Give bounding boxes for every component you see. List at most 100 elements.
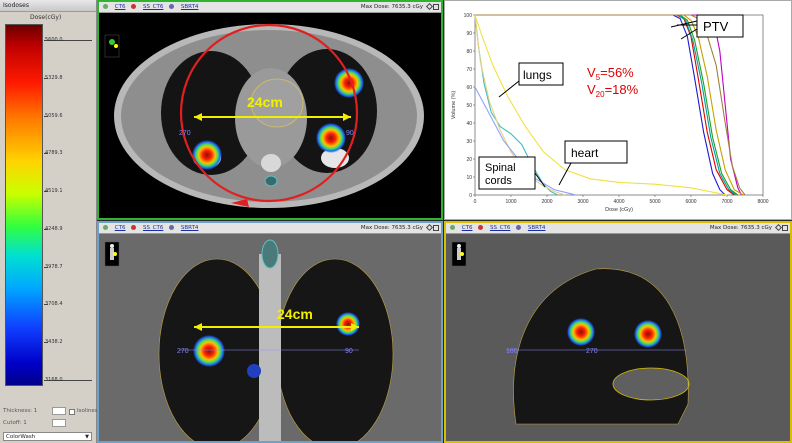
coronal-view[interactable]: CT6 SS_CT6 SBRT4 Max Dose: 7635.3 cGy 24… <box>97 221 443 443</box>
structure-icon <box>131 4 137 9</box>
tab-sbrt4[interactable]: SBRT4 <box>181 225 199 231</box>
lungs-label: lungs <box>523 68 552 82</box>
y-tick-label: 50 <box>466 103 472 109</box>
diamond-icon[interactable] <box>774 223 783 232</box>
tab-ct6[interactable]: CT6 <box>115 225 126 231</box>
x-tick-label: 0 <box>474 199 477 205</box>
x-tick-label: 5000 <box>649 199 660 205</box>
isodose-level-tick <box>44 228 48 230</box>
y-tick-label: 20 <box>466 157 472 163</box>
y-tick-label: 80 <box>466 49 472 55</box>
chevron-down-icon: ▼ <box>85 434 89 440</box>
isodose-level-tick <box>44 115 48 117</box>
x-tick-label: 4000 <box>613 199 624 205</box>
max-dose: Max Dose: 7635.3 cGy <box>360 4 423 10</box>
cutoff-label: Cutoff: 1 <box>3 420 27 426</box>
v5-value: =56% <box>600 65 634 80</box>
axial-gantry-right: 90 <box>346 130 354 137</box>
isodose-level-tick <box>44 40 48 41</box>
v20-value: =18% <box>605 82 639 97</box>
cutoff-spinner[interactable] <box>52 419 66 427</box>
y-tick-label: 30 <box>466 139 472 145</box>
isolines-label: Isolines <box>77 408 98 414</box>
plan-icon <box>169 225 175 230</box>
image-icon <box>450 225 455 230</box>
plan-icon <box>516 225 522 230</box>
y-tick-label: 60 <box>466 85 472 91</box>
thickness-label: Thickness: 1 <box>3 408 38 414</box>
y-tick-label: 40 <box>466 121 472 127</box>
display-mode-select[interactable]: ColorWash ▼ <box>3 432 92 441</box>
svg-text:V20=18%: V20=18% <box>587 82 639 99</box>
dvh-panel: 0 1000 2000 3000 4000 5000 6000 7000 8000 0 10 20 30… <box>444 0 792 220</box>
isodose-panel: Isodoses Dose(cGy) 5600.0 5329.8 5059.6 478… <box>0 0 98 443</box>
x-tick-label: 1000 <box>505 199 516 205</box>
isodose-level-tick <box>44 342 48 344</box>
maximize-icon[interactable] <box>433 4 439 10</box>
isolines-checkbox[interactable] <box>69 409 75 415</box>
structure-icon <box>478 225 484 230</box>
coronal-gantry-right: 90 <box>345 348 353 355</box>
structure-icon <box>131 225 137 230</box>
plan-icon <box>169 4 175 9</box>
diamond-icon[interactable] <box>425 2 434 11</box>
tab-ss-ct6[interactable]: SS_CT6 <box>143 225 163 231</box>
tab-ss-ct6[interactable]: SS_CT6 <box>490 225 510 231</box>
sagittal-gantry-left: 180 <box>506 348 518 355</box>
v20-main: V <box>587 82 596 97</box>
isodose-level-tick <box>44 153 48 155</box>
spinal-label-line2: cords <box>485 175 512 187</box>
thickness-spinner[interactable] <box>52 407 66 415</box>
coronal-measure-label: 24cm <box>277 306 313 322</box>
maximize-icon[interactable] <box>782 225 788 231</box>
x-axis-label: Dose (cGy) <box>605 207 633 213</box>
max-dose: Max Dose: 7635.3 cGy <box>709 225 772 231</box>
coronal-gantry-left: 270 <box>177 348 189 355</box>
tab-sbrt4[interactable]: SBRT4 <box>528 225 546 231</box>
image-icon <box>103 4 108 9</box>
y-tick-label: 100 <box>464 13 473 19</box>
x-tick-label: 2000 <box>541 199 552 205</box>
y-tick-label: 10 <box>466 175 472 181</box>
y-tick-label: 0 <box>469 193 472 199</box>
coronal-image: 24cm 270 90 <box>99 234 441 441</box>
y-tick-label: 90 <box>466 31 472 37</box>
axial-toolbar: CT6 SS_CT6 SBRT4 Max Dose: 7635.3 cGy <box>99 2 441 13</box>
tab-ct6[interactable]: CT6 <box>462 225 473 231</box>
y-axis-label: Volume (%) <box>451 91 457 120</box>
isodose-level-tick <box>44 304 48 306</box>
tab-ct6[interactable]: CT6 <box>115 4 126 10</box>
x-tick-label: 3000 <box>577 199 588 205</box>
tab-ss-ct6[interactable]: SS_CT6 <box>143 4 163 10</box>
axial-view[interactable]: CT6 SS_CT6 SBRT4 Max Dose: 7635.3 cGy 24… <box>97 0 443 220</box>
ptv-label: PTV <box>703 19 729 34</box>
coronal-toolbar: CT6 SS_CT6 SBRT4 Max Dose: 7635.3 cGy <box>99 223 441 234</box>
isodose-level-tick <box>44 266 48 268</box>
isodose-unit: Dose(cGy) <box>30 14 62 21</box>
spinal-label-line1: Spinal <box>485 162 516 174</box>
max-dose: Max Dose: 7635.3 cGy <box>360 225 423 231</box>
axial-measure-label: 24cm <box>247 94 283 110</box>
svg-text:V5=56%: V5=56% <box>587 65 634 82</box>
maximize-icon[interactable] <box>433 225 439 231</box>
heart-label: heart <box>571 146 599 160</box>
sagittal-image: 180 270 <box>446 234 790 441</box>
isodose-level-tick <box>44 77 48 79</box>
x-tick-label: 6000 <box>685 199 696 205</box>
sagittal-toolbar: CT6 SS_CT6 SBRT4 Max Dose: 7635.3 cGy <box>446 223 790 234</box>
sagittal-view[interactable]: CT6 SS_CT6 SBRT4 Max Dose: 7635.3 cGy 18… <box>444 221 792 443</box>
isodose-level-tick <box>44 380 48 381</box>
sagittal-gantry-mid: 270 <box>586 348 598 355</box>
v5-main: V <box>587 65 596 80</box>
isodose-level-tick <box>44 191 48 193</box>
diamond-icon[interactable] <box>425 223 434 232</box>
axial-image: 24cm 270 90 <box>104 23 424 208</box>
x-tick-label: 7000 <box>721 199 732 205</box>
dvh-chart: 0 1000 2000 3000 4000 5000 6000 7000 8000 0 10 20 30… <box>445 1 791 219</box>
axial-gantry-left: 270 <box>179 130 191 137</box>
isodose-colorbar <box>5 24 43 386</box>
tab-sbrt4[interactable]: SBRT4 <box>181 4 199 10</box>
display-mode-value: ColorWash <box>6 434 36 440</box>
isodose-panel-title: Isodoses <box>0 0 96 12</box>
y-tick-label: 70 <box>466 67 472 73</box>
